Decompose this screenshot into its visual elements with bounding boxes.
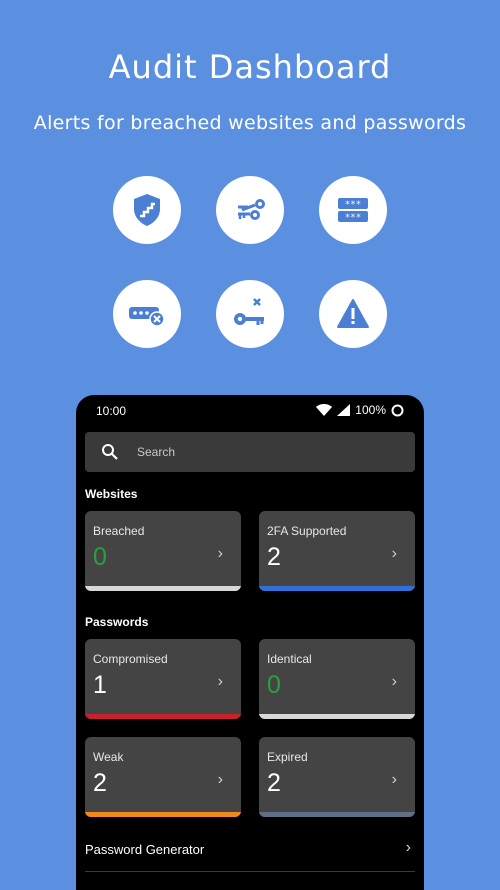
expired-card[interactable]: Expired 2 › bbox=[259, 737, 415, 817]
status-bar: 10:00 100% bbox=[76, 395, 424, 425]
card-value: 0 bbox=[267, 671, 281, 699]
search-input[interactable]: Search bbox=[85, 432, 415, 472]
status-bar-indicator bbox=[259, 586, 415, 591]
signal-icon bbox=[337, 404, 351, 416]
passwords-heading: Passwords bbox=[85, 615, 149, 629]
card-value: 1 bbox=[93, 671, 107, 699]
card-value: 2 bbox=[267, 769, 281, 797]
warning-icon bbox=[319, 280, 387, 348]
hero-title: Audit Dashboard bbox=[108, 48, 392, 86]
chevron-right-icon: › bbox=[391, 545, 397, 562]
svg-text:***: *** bbox=[345, 213, 361, 223]
password-field-icon: *** *** bbox=[319, 176, 387, 244]
search-placeholder: Search bbox=[137, 445, 176, 459]
websites-heading: Websites bbox=[85, 487, 138, 501]
phone-screen: 10:00 100% Search Websites Breached 0 › … bbox=[76, 395, 424, 890]
card-label: Weak bbox=[93, 750, 124, 764]
status-bar-indicator bbox=[259, 812, 415, 817]
key-share-icon bbox=[216, 176, 284, 244]
search-icon bbox=[102, 444, 118, 460]
card-label: Identical bbox=[267, 652, 312, 666]
chevron-right-icon: › bbox=[217, 673, 223, 690]
chevron-right-icon: › bbox=[391, 771, 397, 788]
status-bar-indicator bbox=[259, 714, 415, 719]
shield-icon bbox=[113, 176, 181, 244]
battery-level: 100% bbox=[355, 403, 386, 417]
hero-subtitle: Alerts for breached websites and passwor… bbox=[33, 112, 467, 134]
key-x-icon bbox=[216, 280, 284, 348]
status-bar-indicator bbox=[85, 812, 241, 817]
compromised-card[interactable]: Compromised 1 › bbox=[85, 639, 241, 719]
status-bar-indicator bbox=[85, 586, 241, 591]
weak-card[interactable]: Weak 2 › bbox=[85, 737, 241, 817]
identical-card[interactable]: Identical 0 › bbox=[259, 639, 415, 719]
chevron-right-icon: › bbox=[217, 771, 223, 788]
status-bar-indicator bbox=[85, 714, 241, 719]
chevron-right-icon: › bbox=[391, 673, 397, 690]
card-value: 2 bbox=[93, 769, 107, 797]
card-label: Compromised bbox=[93, 652, 168, 666]
divider bbox=[85, 871, 415, 872]
card-value: 2 bbox=[267, 543, 281, 571]
wifi-icon bbox=[316, 404, 333, 416]
password-generator-row[interactable]: Password Generator › bbox=[85, 837, 415, 865]
card-value: 0 bbox=[93, 543, 107, 571]
breached-card[interactable]: Breached 0 › bbox=[85, 511, 241, 591]
chevron-right-icon: › bbox=[405, 839, 411, 856]
card-label: Breached bbox=[93, 524, 145, 538]
card-label: Expired bbox=[267, 750, 308, 764]
chevron-right-icon: › bbox=[217, 545, 223, 562]
2fa-supported-card[interactable]: 2FA Supported 2 › bbox=[259, 511, 415, 591]
svg-text:***: *** bbox=[345, 200, 361, 210]
battery-icon bbox=[391, 404, 404, 416]
password-generator-label: Password Generator bbox=[85, 842, 205, 857]
card-label: 2FA Supported bbox=[267, 524, 347, 538]
password-error-icon bbox=[113, 280, 181, 348]
status-time: 10:00 bbox=[96, 404, 127, 418]
